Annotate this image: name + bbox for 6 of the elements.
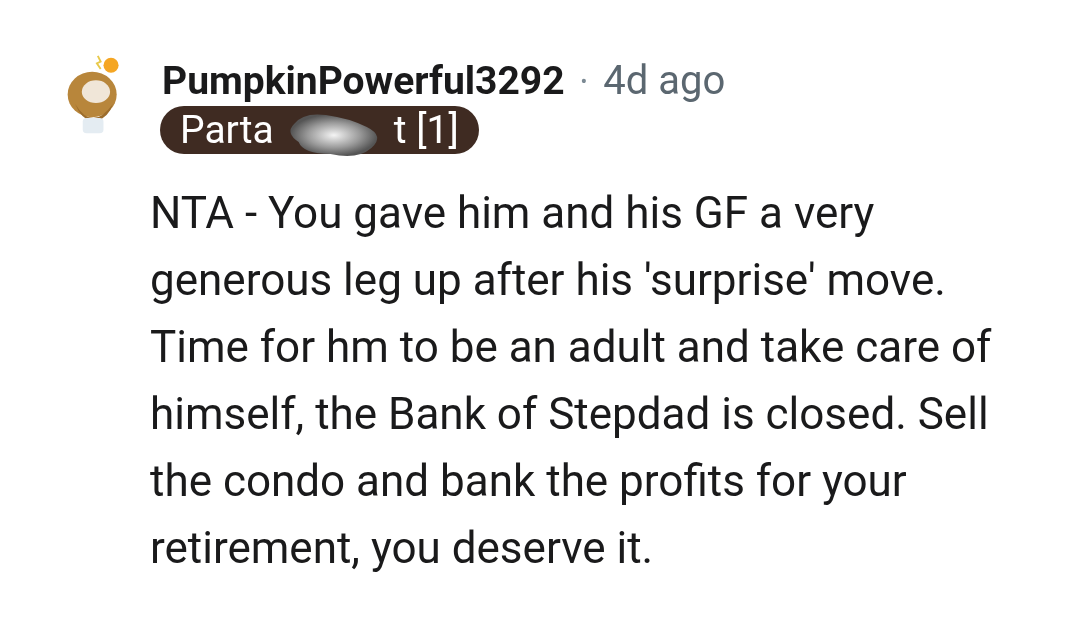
comment-text: NTA - You gave him and his GF a very generous leg up after his 'surprise' move. Time for hm to be an adult and take care of himself, the Bank of Stepdad is closed. Sell the condo and bank the profits for your retirement, you deserve it. — [150, 186, 993, 576]
flair-text: Parta — [180, 106, 274, 154]
flair-text: t [1] — [393, 106, 459, 154]
username[interactable]: PumpkinPowerful3292 — [162, 58, 565, 104]
timestamp: 4d ago — [603, 58, 726, 104]
separator-dot: • — [580, 69, 588, 93]
